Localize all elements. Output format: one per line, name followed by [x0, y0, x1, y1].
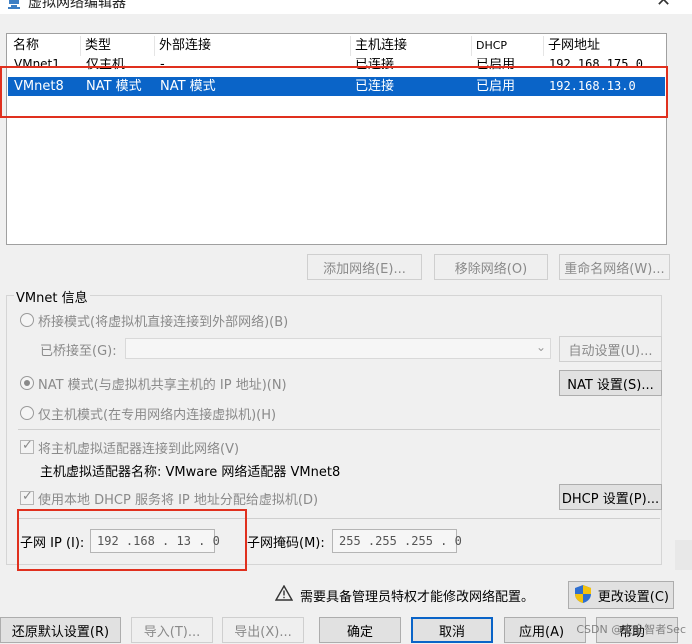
rename-network-button[interactable]: 重命名网络(W)...	[559, 254, 670, 280]
column-header-subnet[interactable]: 子网地址	[544, 36, 662, 56]
change-settings-label: 更改设置(C)	[597, 589, 669, 605]
row-host: 已连接	[355, 79, 395, 94]
row-host: 已连接	[355, 58, 395, 72]
row-subnet: 192.168.175.0	[549, 58, 643, 71]
admin-notice-text: 需要具备管理员特权才能修改网络配置。	[300, 590, 535, 605]
title-bar: 虚拟网络编辑器 ✕	[0, 0, 692, 14]
bridged-mode-label[interactable]: 桥接模式(将虚拟机直接连接到外部网络)(B)	[38, 311, 288, 330]
connect-adapter-label[interactable]: 将主机虚拟适配器连接到此网络(V)	[38, 438, 239, 457]
divider	[18, 429, 660, 430]
subnet-mask-label: 子网掩码(M):	[247, 536, 325, 551]
nat-mode-label[interactable]: NAT 模式(与虚拟机共享主机的 IP 地址)(N)	[38, 374, 287, 393]
dhcp-label[interactable]: 使用本地 DHCP 服务将 IP 地址分配给虚拟机(D)	[38, 489, 318, 508]
chevron-down-icon: ⌄	[535, 340, 546, 354]
watermark: CSDN @安全智者Sec	[576, 623, 686, 636]
row-dhcp: 已启用	[476, 58, 516, 72]
nat-settings-button[interactable]: NAT 设置(S)...	[559, 370, 662, 396]
auto-settings-button[interactable]: 自动设置(U)...	[559, 336, 662, 362]
row-type: NAT 模式	[86, 79, 142, 94]
warning-icon	[275, 585, 293, 601]
dhcp-checkbox[interactable]	[20, 489, 34, 505]
uac-shield-icon	[575, 585, 591, 603]
background-strip	[675, 540, 692, 570]
row-external: -	[160, 58, 165, 72]
table-row-selected[interactable]: VMnet8 NAT 模式 NAT 模式 已连接 已启用 192.168.13.…	[8, 77, 665, 96]
nat-mode-radio[interactable]	[20, 376, 34, 390]
adapter-name-label: 主机虚拟适配器名称: VMware 网络适配器 VMnet8	[40, 465, 341, 480]
bridged-to-select[interactable]: ⌄	[125, 338, 551, 359]
cancel-button[interactable]: 取消	[411, 617, 493, 643]
ok-button[interactable]: 确定	[319, 617, 401, 643]
import-button[interactable]: 导入(T)...	[131, 617, 213, 643]
restore-defaults-button[interactable]: 还原默认设置(R)	[0, 617, 121, 643]
row-external: NAT 模式	[160, 79, 216, 94]
export-button[interactable]: 导出(X)...	[222, 617, 304, 643]
subnet-ip-label: 子网 IP (I):	[20, 536, 85, 551]
row-subnet: 192.168.13.0	[549, 79, 636, 93]
vmnet-info-title: VMnet 信息	[14, 287, 90, 306]
host-only-mode-label[interactable]: 仅主机模式(在专用网络内连接虚拟机)(H)	[38, 404, 276, 423]
table-row[interactable]: VMnet1 仅主机... - 已连接 已启用 192.168.175.0	[8, 58, 665, 72]
network-table: 名称 类型 外部连接 主机连接 DHCP 子网地址 VMnet1 仅主机... …	[6, 33, 667, 245]
row-name: VMnet1	[14, 58, 60, 71]
host-only-mode-radio[interactable]	[20, 406, 34, 420]
subnet-ip-input[interactable]: 192 .168 . 13 . 0	[90, 529, 220, 553]
close-icon[interactable]: ✕	[656, 0, 671, 11]
add-network-button[interactable]: 添加网络(E)...	[307, 254, 422, 280]
divider	[18, 518, 660, 519]
column-header-dhcp[interactable]: DHCP	[472, 36, 544, 56]
row-type: 仅主机...	[86, 58, 138, 72]
apply-button[interactable]: 应用(A)	[504, 617, 586, 643]
row-dhcp: 已启用	[476, 79, 516, 94]
bridged-to-label: 已桥接至(G):	[40, 344, 117, 359]
dhcp-settings-button[interactable]: DHCP 设置(P)...	[559, 484, 662, 510]
row-name: VMnet8	[14, 79, 64, 94]
column-header-type[interactable]: 类型	[81, 36, 155, 56]
column-header-name[interactable]: 名称	[9, 36, 81, 56]
column-header-external[interactable]: 外部连接	[155, 36, 351, 56]
bridged-mode-radio[interactable]	[20, 313, 34, 327]
connect-adapter-checkbox[interactable]	[20, 438, 34, 454]
column-header-host[interactable]: 主机连接	[351, 36, 472, 56]
remove-network-button[interactable]: 移除网络(O)	[434, 254, 548, 280]
subnet-mask-input[interactable]: 255 .255 .255 . 0	[332, 529, 462, 553]
network-icon	[8, 0, 20, 9]
window-title: 虚拟网络编辑器	[28, 0, 126, 11]
